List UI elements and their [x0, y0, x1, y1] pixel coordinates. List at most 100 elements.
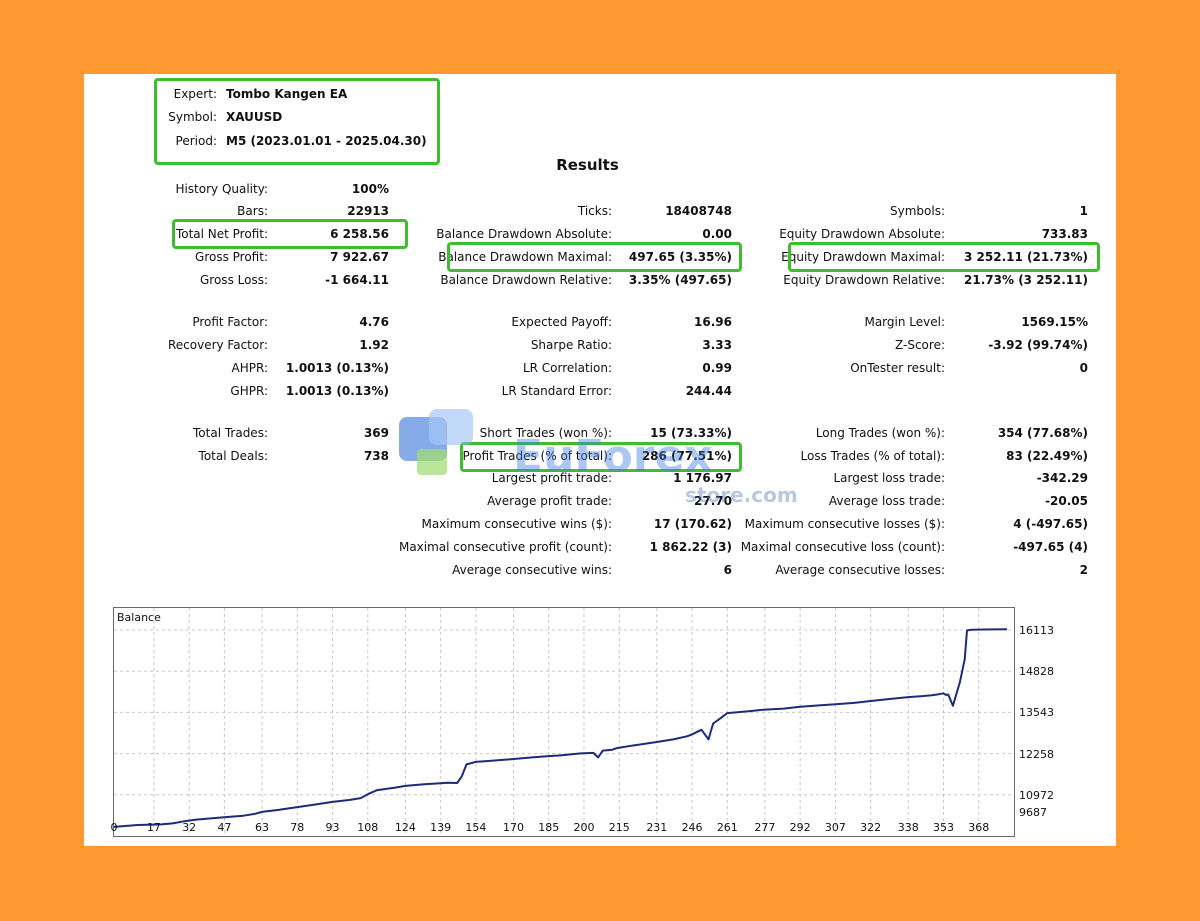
maximum-consecutive-wins-value: 17 (170.62)	[653, 517, 732, 531]
profit-trades-of-total-label: Profit Trades (% of total):	[462, 449, 612, 463]
average-loss-trade-label: Average loss trade:	[828, 494, 945, 508]
symbols-label: Symbols:	[890, 204, 945, 218]
gross-profit-value: 7 922.67	[330, 250, 389, 264]
y-tick-label: 16113	[1019, 624, 1054, 638]
x-tick-label: 353	[933, 821, 954, 834]
short-trades-won-label: Short Trades (won %):	[479, 426, 612, 440]
ontester-result-value: 0	[1079, 361, 1088, 375]
maximal-consecutive-profit-count-label: Maximal consecutive profit (count):	[398, 540, 612, 554]
ahpr-value: 1.0013 (0.13%)	[285, 361, 389, 375]
x-tick-label: 322	[860, 821, 882, 834]
expected-payoff-label: Expected Payoff:	[511, 315, 612, 329]
x-tick-label: 200	[573, 821, 595, 834]
x-tick-label: 277	[754, 821, 776, 834]
x-tick-label: 292	[789, 821, 811, 834]
gross-loss-value: -1 664.11	[325, 273, 389, 287]
x-tick-label: 307	[824, 821, 846, 834]
sharpe-ratio-value: 3.33	[702, 338, 732, 352]
largest-loss-trade-label: Largest loss trade:	[833, 471, 945, 485]
y-tick-label: 12258	[1019, 747, 1054, 761]
ticks-value: 18408748	[665, 204, 732, 218]
total-trades-value: 369	[363, 426, 389, 440]
bars-value: 22913	[347, 204, 389, 218]
loss-trades-of-total-value: 83 (22.49%)	[1006, 449, 1088, 463]
average-consecutive-losses-label: Average consecutive losses:	[775, 563, 945, 577]
sharpe-ratio-label: Sharpe Ratio:	[530, 338, 612, 352]
expert-value: Tombo Kangen EA	[226, 87, 348, 101]
total-trades-label: Total Trades:	[193, 426, 268, 440]
profit-factor-value: 4.76	[359, 315, 389, 329]
equity-drawdown-relative-value: 21.73% (3 252.11)	[964, 273, 1088, 287]
ontester-result-label: OnTester result:	[850, 361, 945, 375]
y-tick-label: 14828	[1019, 665, 1054, 679]
gross-loss-label: Gross Loss:	[200, 273, 268, 287]
ghpr-value: 1.0013 (0.13%)	[285, 384, 389, 398]
maximum-consecutive-losses-value: 4 (-497.65)	[1013, 517, 1088, 531]
maximal-consecutive-loss-count-value: -497.65 (4)	[1013, 540, 1088, 554]
equity-drawdown-absolute-label: Equity Drawdown Absolute:	[779, 227, 945, 241]
results-title: Results	[556, 156, 619, 174]
x-tick-label: 261	[716, 821, 738, 834]
lr-standard-error-label: LR Standard Error:	[501, 384, 612, 398]
gross-profit-label: Gross Profit:	[195, 250, 268, 264]
x-tick-label: 185	[538, 821, 560, 834]
lr-correlation-value: 0.99	[702, 361, 732, 375]
largest-profit-trade-label: Largest profit trade:	[491, 471, 612, 485]
lr-standard-error-value: 244.44	[685, 384, 732, 398]
x-tick-label: 63	[255, 821, 270, 834]
recovery-factor-label: Recovery Factor:	[167, 338, 268, 352]
balance-drawdown-relative-label: Balance Drawdown Relative:	[440, 273, 612, 287]
maximal-consecutive-profit-count-value: 1 862.22 (3)	[649, 540, 732, 554]
loss-trades-of-total-label: Loss Trades (% of total):	[800, 449, 946, 463]
expected-payoff-value: 16.96	[694, 315, 732, 329]
balance-drawdown-absolute-label: Balance Drawdown Absolute:	[436, 227, 612, 241]
equity-drawdown-maximal-label: Equity Drawdown Maximal:	[781, 250, 945, 264]
long-trades-won-value: 354 (77.68%)	[997, 426, 1088, 440]
largest-profit-trade-value: 1 176.97	[673, 471, 732, 485]
x-tick-label: 108	[357, 821, 379, 834]
average-profit-trade-value: 27.70	[694, 494, 732, 508]
margin-level-label: Margin Level:	[864, 315, 945, 329]
symbol-label: Symbol:	[168, 110, 217, 124]
x-tick-label: 170	[502, 821, 524, 834]
short-trades-won-value: 15 (73.33%)	[650, 426, 732, 440]
x-tick-label: 338	[897, 821, 919, 834]
balance-drawdown-absolute-value: 0.00	[702, 227, 732, 241]
y-tick-label: 9687	[1019, 806, 1047, 819]
total-deals-label: Total Deals:	[198, 449, 268, 463]
x-tick-label: 154	[465, 821, 487, 834]
x-tick-label: 124	[394, 821, 416, 834]
total-net-profit-label: Total Net Profit:	[175, 227, 268, 241]
balance-drawdown-maximal-value: 497.65 (3.35%)	[628, 250, 732, 264]
maximal-consecutive-loss-count-label: Maximal consecutive loss (count):	[740, 540, 945, 554]
bars-label: Bars:	[237, 204, 268, 218]
equity-drawdown-absolute-value: 733.83	[1041, 227, 1088, 241]
y-tick-label: 10972	[1019, 788, 1054, 802]
x-tick-label: 93	[325, 821, 340, 834]
x-tick-label: 47	[217, 821, 232, 834]
history-quality-value: 100%	[351, 182, 389, 196]
symbols-value: 1	[1079, 204, 1088, 218]
ahpr-label: AHPR:	[231, 361, 268, 375]
balance-drawdown-maximal-label: Balance Drawdown Maximal:	[438, 250, 612, 264]
margin-level-value: 1569.15%	[1021, 315, 1088, 329]
profit-trades-of-total-value: 286 (77.51%)	[641, 449, 732, 463]
average-loss-trade-value: -20.05	[1045, 494, 1088, 508]
average-profit-trade-label: Average profit trade:	[487, 494, 612, 508]
average-consecutive-wins-value: 6	[723, 563, 732, 577]
z-score-value: -3.92 (99.74%)	[988, 338, 1088, 352]
x-tick-label: 231	[646, 821, 668, 834]
x-tick-label: 368	[968, 821, 990, 834]
lr-correlation-label: LR Correlation:	[522, 361, 612, 375]
z-score-label: Z-Score:	[895, 338, 945, 352]
x-tick-label: 215	[608, 821, 630, 834]
average-consecutive-losses-value: 2	[1079, 563, 1088, 577]
average-consecutive-wins-label: Average consecutive wins:	[452, 563, 612, 577]
chart-title: Balance	[117, 611, 161, 624]
profit-factor-label: Profit Factor:	[192, 315, 268, 329]
x-tick-label: 139	[430, 821, 452, 834]
symbol-value: XAUUSD	[226, 110, 283, 124]
expert-label: Expert:	[173, 87, 217, 101]
balance-drawdown-relative-value: 3.35% (497.65)	[628, 273, 732, 287]
equity-drawdown-relative-label: Equity Drawdown Relative:	[783, 273, 945, 287]
